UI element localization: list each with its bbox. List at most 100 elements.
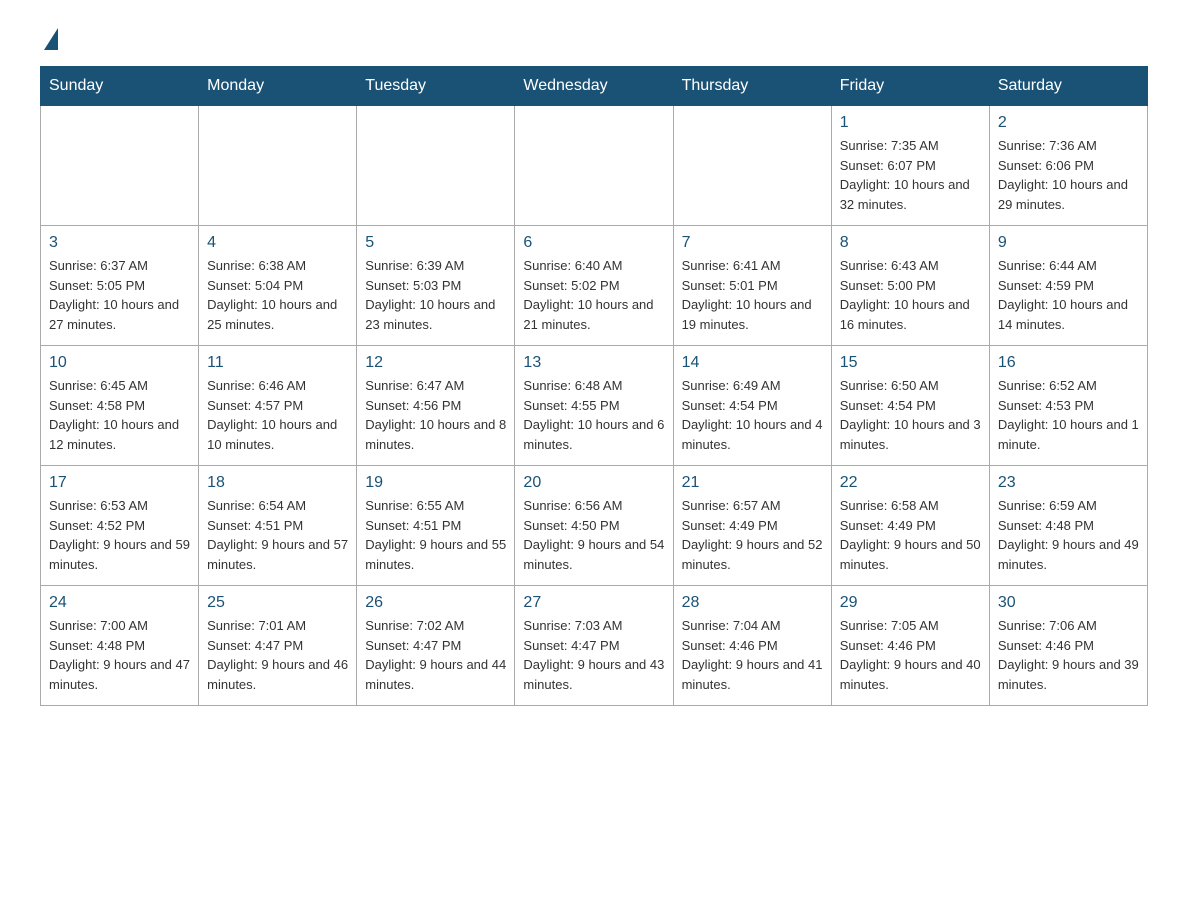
day-info: Sunrise: 7:05 AM Sunset: 4:46 PM Dayligh… — [840, 616, 981, 694]
page-header — [40, 30, 1148, 46]
calendar-cell: 16 Sunrise: 6:52 AM Sunset: 4:53 PM Dayli… — [989, 346, 1147, 466]
calendar-cell: 11Sunrise: 6:46 AM Sunset: 4:57 PM Dayli… — [199, 346, 357, 466]
day-of-week-header: Thursday — [673, 67, 831, 106]
day-of-week-header: Sunday — [41, 67, 199, 106]
day-info: Sunrise: 6:48 AM Sunset: 4:55 PM Dayligh… — [523, 376, 664, 454]
day-info: Sunrise: 7:00 AM Sunset: 4:48 PM Dayligh… — [49, 616, 190, 694]
day-info: Sunrise: 6:57 AM Sunset: 4:49 PM Dayligh… — [682, 496, 823, 574]
day-number: 26 — [365, 594, 506, 612]
calendar-week-row: 3 Sunrise: 6:37 AM Sunset: 5:05 PM Daylig… — [41, 226, 1148, 346]
calendar-cell: 24 Sunrise: 7:00 AM Sunset: 4:48 PM Dayli… — [41, 586, 199, 706]
calendar-cell: 23 Sunrise: 6:59 AM Sunset: 4:48 PM Dayli… — [989, 466, 1147, 586]
calendar-cell: 12Sunrise: 6:47 AM Sunset: 4:56 PM Dayli… — [357, 346, 515, 466]
calendar-cell: 13 Sunrise: 6:48 AM Sunset: 4:55 PM Dayli… — [515, 346, 673, 466]
day-number: 6 — [523, 234, 664, 252]
logo — [40, 30, 58, 46]
calendar-cell: 15 Sunrise: 6:50 AM Sunset: 4:54 PM Dayli… — [831, 346, 989, 466]
day-number: 1 — [840, 114, 981, 132]
day-info: Sunrise: 6:40 AM Sunset: 5:02 PM Dayligh… — [523, 256, 664, 334]
calendar-week-row: 1 Sunrise: 7:35 AM Sunset: 6:07 PM Daylig… — [41, 106, 1148, 226]
day-number: 11 — [207, 354, 348, 372]
calendar-week-row: 24 Sunrise: 7:00 AM Sunset: 4:48 PM Dayli… — [41, 586, 1148, 706]
day-number: 20 — [523, 474, 664, 492]
calendar-cell — [515, 106, 673, 226]
day-info: Sunrise: 7:36 AM Sunset: 6:06 PM Dayligh… — [998, 136, 1139, 214]
day-number: 21 — [682, 474, 823, 492]
day-info: Sunrise: 7:04 AM Sunset: 4:46 PM Dayligh… — [682, 616, 823, 694]
calendar-cell: 10 Sunrise: 6:45 AM Sunset: 4:58 PM Dayli… — [41, 346, 199, 466]
day-info: Sunrise: 6:56 AM Sunset: 4:50 PM Dayligh… — [523, 496, 664, 574]
day-number: 18 — [207, 474, 348, 492]
calendar-cell: 8 Sunrise: 6:43 AM Sunset: 5:00 PM Daylig… — [831, 226, 989, 346]
calendar-cell — [41, 106, 199, 226]
day-number: 29 — [840, 594, 981, 612]
day-info: Sunrise: 6:53 AM Sunset: 4:52 PM Dayligh… — [49, 496, 190, 574]
calendar-cell: 21 Sunrise: 6:57 AM Sunset: 4:49 PM Dayli… — [673, 466, 831, 586]
day-info: Sunrise: 6:45 AM Sunset: 4:58 PM Dayligh… — [49, 376, 190, 454]
day-info: Sunrise: 7:03 AM Sunset: 4:47 PM Dayligh… — [523, 616, 664, 694]
day-info: Sunrise: 6:59 AM Sunset: 4:48 PM Dayligh… — [998, 496, 1139, 574]
day-number: 25 — [207, 594, 348, 612]
calendar-week-row: 17 Sunrise: 6:53 AM Sunset: 4:52 PM Dayli… — [41, 466, 1148, 586]
day-info: Sunrise: 6:50 AM Sunset: 4:54 PM Dayligh… — [840, 376, 981, 454]
day-number: 15 — [840, 354, 981, 372]
day-info: Sunrise: 6:55 AM Sunset: 4:51 PM Dayligh… — [365, 496, 506, 574]
day-info: Sunrise: 6:37 AM Sunset: 5:05 PM Dayligh… — [49, 256, 190, 334]
calendar-cell: 18 Sunrise: 6:54 AM Sunset: 4:51 PM Dayli… — [199, 466, 357, 586]
day-number: 5 — [365, 234, 506, 252]
day-number: 24 — [49, 594, 190, 612]
calendar-cell — [199, 106, 357, 226]
day-of-week-header: Saturday — [989, 67, 1147, 106]
calendar-cell: 25 Sunrise: 7:01 AM Sunset: 4:47 PM Dayli… — [199, 586, 357, 706]
day-of-week-header: Wednesday — [515, 67, 673, 106]
calendar-cell: 5 Sunrise: 6:39 AM Sunset: 5:03 PM Daylig… — [357, 226, 515, 346]
calendar-cell: 9Sunrise: 6:44 AM Sunset: 4:59 PM Daylig… — [989, 226, 1147, 346]
day-info: Sunrise: 6:38 AM Sunset: 5:04 PM Dayligh… — [207, 256, 348, 334]
day-number: 14 — [682, 354, 823, 372]
calendar-cell: 6 Sunrise: 6:40 AM Sunset: 5:02 PM Daylig… — [515, 226, 673, 346]
calendar-cell: 17 Sunrise: 6:53 AM Sunset: 4:52 PM Dayli… — [41, 466, 199, 586]
calendar-cell: 4 Sunrise: 6:38 AM Sunset: 5:04 PM Daylig… — [199, 226, 357, 346]
day-info: Sunrise: 6:43 AM Sunset: 5:00 PM Dayligh… — [840, 256, 981, 334]
calendar-cell: 14 Sunrise: 6:49 AM Sunset: 4:54 PM Dayli… — [673, 346, 831, 466]
calendar-header-row: SundayMondayTuesdayWednesdayThursdayFrid… — [41, 67, 1148, 106]
day-number: 4 — [207, 234, 348, 252]
day-number: 9 — [998, 234, 1139, 252]
day-info: Sunrise: 6:41 AM Sunset: 5:01 PM Dayligh… — [682, 256, 823, 334]
day-info: Sunrise: 6:49 AM Sunset: 4:54 PM Dayligh… — [682, 376, 823, 454]
day-of-week-header: Monday — [199, 67, 357, 106]
day-info: Sunrise: 7:02 AM Sunset: 4:47 PM Dayligh… — [365, 616, 506, 694]
calendar-cell: 22Sunrise: 6:58 AM Sunset: 4:49 PM Dayli… — [831, 466, 989, 586]
calendar-cell: 3 Sunrise: 6:37 AM Sunset: 5:05 PM Daylig… — [41, 226, 199, 346]
day-number: 28 — [682, 594, 823, 612]
day-number: 3 — [49, 234, 190, 252]
day-of-week-header: Tuesday — [357, 67, 515, 106]
calendar-week-row: 10 Sunrise: 6:45 AM Sunset: 4:58 PM Dayli… — [41, 346, 1148, 466]
day-number: 12 — [365, 354, 506, 372]
calendar-cell: 27 Sunrise: 7:03 AM Sunset: 4:47 PM Dayli… — [515, 586, 673, 706]
day-info: Sunrise: 6:58 AM Sunset: 4:49 PM Dayligh… — [840, 496, 981, 574]
day-number: 17 — [49, 474, 190, 492]
day-number: 16 — [998, 354, 1139, 372]
day-number: 27 — [523, 594, 664, 612]
calendar-cell: 2Sunrise: 7:36 AM Sunset: 6:06 PM Daylig… — [989, 106, 1147, 226]
calendar-cell: 19 Sunrise: 6:55 AM Sunset: 4:51 PM Dayli… — [357, 466, 515, 586]
day-info: Sunrise: 7:01 AM Sunset: 4:47 PM Dayligh… — [207, 616, 348, 694]
calendar-cell: 7 Sunrise: 6:41 AM Sunset: 5:01 PM Daylig… — [673, 226, 831, 346]
day-info: Sunrise: 7:35 AM Sunset: 6:07 PM Dayligh… — [840, 136, 981, 214]
day-info: Sunrise: 6:52 AM Sunset: 4:53 PM Dayligh… — [998, 376, 1139, 454]
day-info: Sunrise: 6:39 AM Sunset: 5:03 PM Dayligh… — [365, 256, 506, 334]
day-info: Sunrise: 7:06 AM Sunset: 4:46 PM Dayligh… — [998, 616, 1139, 694]
calendar-cell: 20 Sunrise: 6:56 AM Sunset: 4:50 PM Dayli… — [515, 466, 673, 586]
calendar-cell: 30Sunrise: 7:06 AM Sunset: 4:46 PM Dayli… — [989, 586, 1147, 706]
calendar-cell: 26 Sunrise: 7:02 AM Sunset: 4:47 PM Dayli… — [357, 586, 515, 706]
day-number: 19 — [365, 474, 506, 492]
day-number: 23 — [998, 474, 1139, 492]
day-number: 13 — [523, 354, 664, 372]
day-number: 7 — [682, 234, 823, 252]
calendar-table: SundayMondayTuesdayWednesdayThursdayFrid… — [40, 66, 1148, 706]
day-number: 8 — [840, 234, 981, 252]
day-number: 10 — [49, 354, 190, 372]
day-info: Sunrise: 6:54 AM Sunset: 4:51 PM Dayligh… — [207, 496, 348, 574]
calendar-cell — [357, 106, 515, 226]
